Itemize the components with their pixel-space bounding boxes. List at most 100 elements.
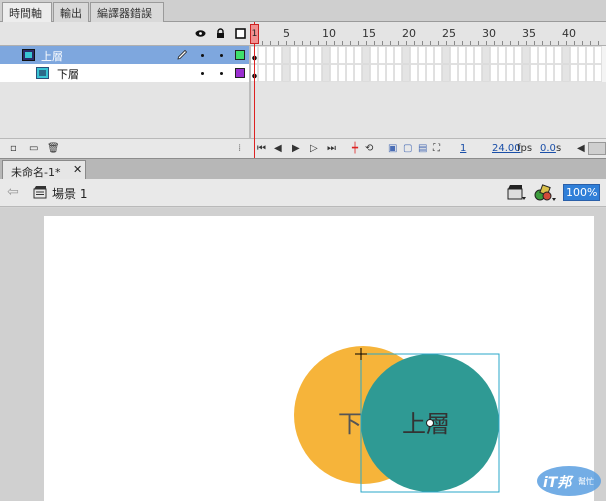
- frame-cell[interactable]: [538, 64, 546, 82]
- tab-output[interactable]: 輸出: [53, 2, 89, 22]
- frame-cell[interactable]: [354, 64, 362, 82]
- frame-cell[interactable]: [474, 46, 482, 64]
- current-frame[interactable]: 1: [460, 143, 466, 154]
- frame-cell[interactable]: [402, 46, 410, 64]
- frame-cell[interactable]: [498, 64, 506, 82]
- frame-cell[interactable]: [506, 64, 514, 82]
- stage-canvas[interactable]: 下 上層: [44, 216, 594, 501]
- frame-cell[interactable]: [554, 64, 562, 82]
- frame-cell[interactable]: [386, 46, 394, 64]
- frame-cell[interactable]: [522, 64, 530, 82]
- frame-cell[interactable]: [354, 46, 362, 64]
- frame-cell[interactable]: [458, 64, 466, 82]
- frame-cell[interactable]: [530, 46, 538, 64]
- frame-cell[interactable]: [426, 64, 434, 82]
- onion-outline-icon[interactable]: ▢: [403, 143, 412, 155]
- frame-cell[interactable]: [402, 64, 410, 82]
- frame-cell[interactable]: [434, 64, 442, 82]
- frame-cell[interactable]: [578, 46, 586, 64]
- frame-cell[interactable]: [466, 64, 474, 82]
- frame-cell[interactable]: [274, 64, 282, 82]
- scene-label[interactable]: 場景 1: [52, 185, 87, 202]
- frame-cell[interactable]: [554, 46, 562, 64]
- frame-cell[interactable]: [514, 46, 522, 64]
- visible-dot[interactable]: [201, 72, 204, 75]
- frame-cell[interactable]: [538, 46, 546, 64]
- back-arrow-icon[interactable]: ⇦: [7, 184, 19, 200]
- close-icon[interactable]: ✕: [73, 163, 82, 176]
- playhead[interactable]: 1: [250, 24, 259, 44]
- frame-cell[interactable]: [394, 64, 402, 82]
- frame-cell[interactable]: [338, 64, 346, 82]
- onion-markers-icon[interactable]: ⛶: [433, 143, 440, 155]
- layer-row-lower[interactable]: 下層: [0, 64, 250, 82]
- frame-cell[interactable]: [514, 64, 522, 82]
- frame-cell[interactable]: [282, 64, 290, 82]
- frame-cell[interactable]: [314, 64, 322, 82]
- frame-cell[interactable]: [290, 46, 298, 64]
- frame-cell[interactable]: [546, 64, 554, 82]
- frame-cell[interactable]: [506, 46, 514, 64]
- tab-compiler-errors[interactable]: 編譯器錯誤: [90, 2, 164, 22]
- new-folder-icon[interactable]: ▭: [29, 143, 38, 155]
- new-layer-icon[interactable]: ▫: [10, 143, 17, 155]
- layer-divider[interactable]: [249, 46, 251, 138]
- frame-cell[interactable]: [322, 46, 330, 64]
- lock-dot[interactable]: [220, 54, 223, 57]
- layer-color-swatch[interactable]: [235, 50, 245, 60]
- edit-multiple-icon[interactable]: ▤: [418, 143, 427, 155]
- frame-cell[interactable]: [370, 64, 378, 82]
- frame-cell[interactable]: [306, 64, 314, 82]
- frame-cell[interactable]: [546, 46, 554, 64]
- frame-cell[interactable]: [594, 64, 602, 82]
- horizontal-scrollbar[interactable]: [588, 142, 606, 155]
- frame-cell[interactable]: [370, 46, 378, 64]
- outline-icon[interactable]: [235, 28, 246, 39]
- frame-cell[interactable]: [322, 64, 330, 82]
- frame-cell[interactable]: [586, 64, 594, 82]
- frame-cell[interactable]: [442, 46, 450, 64]
- frame-cell[interactable]: [258, 64, 266, 82]
- frame-cell[interactable]: [450, 46, 458, 64]
- frame-cell[interactable]: [330, 64, 338, 82]
- tab-timeline[interactable]: 時間軸: [2, 2, 52, 23]
- trash-icon[interactable]: 🗑: [47, 143, 60, 155]
- frame-cell[interactable]: [586, 46, 594, 64]
- frame-cell[interactable]: [298, 46, 306, 64]
- frame-cell[interactable]: [562, 64, 570, 82]
- edit-scene-icon[interactable]: [507, 184, 527, 202]
- frame-cell[interactable]: [442, 64, 450, 82]
- play-icon[interactable]: ▶: [292, 143, 300, 155]
- frame-cell[interactable]: [362, 46, 370, 64]
- first-frame-icon[interactable]: ⏮: [257, 143, 266, 155]
- frame-cell[interactable]: [386, 64, 394, 82]
- frame-ruler[interactable]: 1 5 10 15 20 25 30 35 40: [250, 22, 606, 46]
- frame-cell[interactable]: [482, 46, 490, 64]
- frame-cell[interactable]: [482, 64, 490, 82]
- layer-row-upper[interactable]: 上層: [0, 46, 250, 64]
- frame-cell[interactable]: [434, 46, 442, 64]
- layer-name[interactable]: 下層: [57, 66, 79, 82]
- frame-cell[interactable]: [490, 46, 498, 64]
- frame-grid[interactable]: [250, 46, 606, 82]
- layer-name[interactable]: 上層: [41, 48, 63, 64]
- frame-cell[interactable]: [426, 46, 434, 64]
- frame-cell[interactable]: [410, 46, 418, 64]
- frame-cell[interactable]: [346, 64, 354, 82]
- frame-cell[interactable]: [594, 46, 602, 64]
- scroll-left-icon[interactable]: ◀: [577, 143, 585, 155]
- frame-cell[interactable]: [338, 46, 346, 64]
- frame-cell[interactable]: [306, 46, 314, 64]
- frame-cell[interactable]: [450, 64, 458, 82]
- onion-skin-icon[interactable]: ▣: [388, 143, 397, 155]
- frame-cell[interactable]: [466, 46, 474, 64]
- eye-icon[interactable]: [195, 28, 206, 39]
- frame-cell[interactable]: [578, 64, 586, 82]
- loop-icon[interactable]: ⟲: [365, 143, 373, 155]
- frame-cell[interactable]: [394, 46, 402, 64]
- frame-cell[interactable]: [362, 64, 370, 82]
- frame-cell[interactable]: [314, 46, 322, 64]
- frame-cell[interactable]: [266, 46, 274, 64]
- zoom-input[interactable]: 100%: [563, 184, 600, 201]
- transform-point[interactable]: [426, 419, 434, 427]
